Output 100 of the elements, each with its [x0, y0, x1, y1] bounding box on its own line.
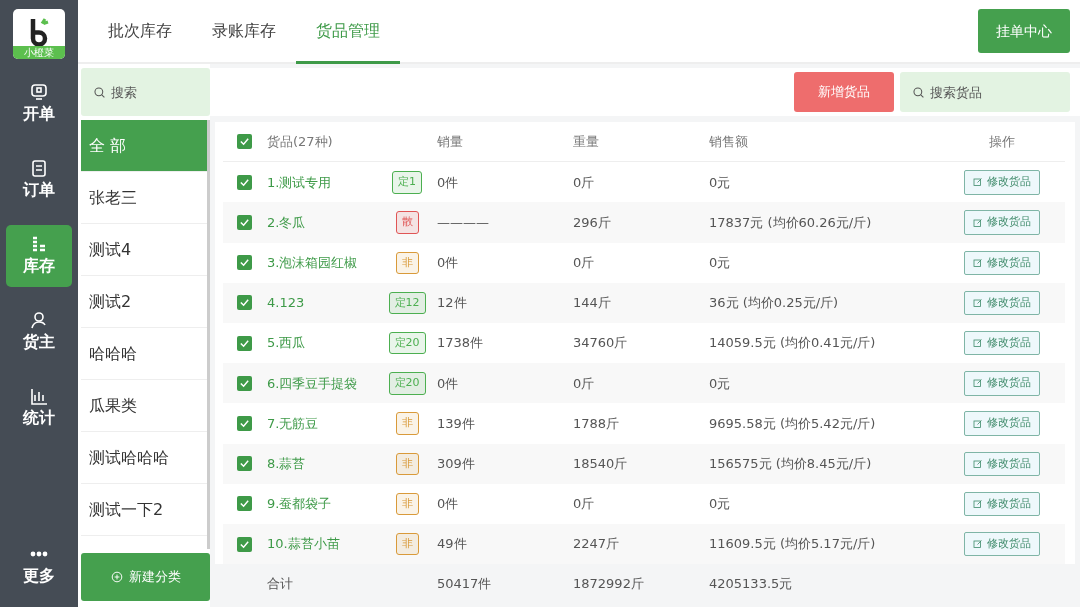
column-header: 货品(27种)	[267, 132, 334, 151]
table-cell-text: 156575元 (均价8.45元/斤)	[709, 455, 873, 473]
table-cell-text: 0斤	[573, 374, 596, 393]
search-icon	[93, 86, 106, 99]
edit-goods-button[interactable]: 修改货品	[964, 531, 1040, 557]
goods-name: 1.测试专用	[267, 173, 333, 192]
table-cell-text: 14059.5元 (均价0.41元/斤)	[709, 334, 877, 353]
goods-search-field[interactable]: 搜索货品	[900, 72, 1070, 112]
checkbox[interactable]	[237, 335, 252, 351]
add-goods-button[interactable]: 新增货品	[794, 72, 894, 112]
table-cell-text: 18540斤	[573, 455, 629, 473]
goods-name: 3.泡沫箱园红椒	[267, 254, 359, 272]
checkbox[interactable]	[237, 215, 252, 231]
nav-item[interactable]: 货主	[6, 301, 72, 363]
chart-icon	[29, 386, 49, 406]
table-cell-text: 0元	[709, 374, 732, 393]
goods-tag: 非	[395, 532, 419, 556]
check-icon	[239, 337, 250, 349]
nav-item[interactable]: 开单	[6, 73, 72, 135]
edit-icon	[973, 498, 983, 509]
checkbox[interactable]	[237, 496, 252, 512]
check-icon	[239, 136, 250, 148]
edit-goods-button[interactable]: 修改货品	[964, 411, 1040, 436]
edit-icon	[973, 458, 983, 469]
total-cell-text: 4205133.5元	[709, 574, 794, 593]
new-category-button[interactable]: 新建分类	[81, 553, 210, 601]
category-item[interactable]: 全 部	[81, 120, 207, 172]
person-icon	[29, 310, 49, 330]
goods-name: 7.无筋豆	[267, 414, 320, 433]
table-cell-text: 0斤	[573, 254, 596, 272]
table-cell-text: 17837元 (均价60.26元/斤)	[709, 213, 873, 232]
edit-goods-button[interactable]: 修改货品	[964, 371, 1040, 396]
table-cell-text: 296斤	[573, 213, 612, 232]
check-icon	[239, 377, 250, 389]
check-icon	[239, 498, 250, 510]
checkbox[interactable]	[237, 295, 252, 311]
total-label: 合计	[267, 574, 294, 593]
check-icon	[239, 217, 250, 229]
table-cell-text: ————	[437, 213, 490, 232]
check-icon	[239, 458, 250, 470]
tab[interactable]: 批次库存	[88, 0, 192, 64]
checkbox[interactable]	[237, 416, 252, 432]
edit-goods-button[interactable]: 修改货品	[964, 451, 1040, 476]
goods-tag: 非	[395, 492, 419, 516]
checkbox[interactable]	[237, 375, 252, 391]
table-cell-text: 0元	[709, 495, 732, 514]
pending-orders-button[interactable]: 挂单中心	[978, 9, 1070, 53]
goods-name: 10.蒜苔小苗	[267, 535, 341, 554]
goods-name: 6.四季豆手提袋	[267, 374, 359, 393]
logo-text: 小橙菜	[13, 46, 65, 59]
checkbox[interactable]	[237, 536, 252, 552]
edit-icon	[973, 297, 983, 308]
goods-tag: 定12	[388, 291, 426, 315]
goods-tag: 定20	[388, 372, 426, 395]
goods-tag: 定1	[392, 171, 422, 194]
checkbox[interactable]	[237, 456, 252, 472]
table-cell-text: 1738件	[437, 334, 485, 353]
more-button[interactable]: 更多	[6, 535, 72, 597]
table-cell-text: 309件	[437, 455, 476, 473]
edit-goods-button[interactable]: 修改货品	[964, 290, 1040, 316]
table-cell-text: 34760斤	[573, 334, 629, 353]
checkbox[interactable]	[237, 255, 252, 271]
table-cell-text: 0件	[437, 173, 460, 192]
clipboard-icon	[29, 158, 49, 178]
checkbox[interactable]	[237, 174, 252, 190]
goods-name: 4.123	[267, 294, 306, 313]
table-cell-text: 0斤	[573, 495, 596, 514]
table-cell-text: 0元	[709, 173, 732, 192]
total-cell-text: 1872992斤	[573, 574, 645, 593]
goods-tag: 非	[395, 412, 419, 435]
check-icon	[239, 297, 250, 309]
check-icon	[239, 176, 250, 188]
table-cell-text: 0斤	[573, 173, 596, 192]
checkbox[interactable]	[237, 134, 252, 150]
nav-item[interactable]: 订单	[6, 149, 72, 211]
table-cell-text: 1788斤	[573, 414, 621, 433]
goods-name: 9.蚕都袋子	[267, 495, 333, 514]
table-cell-text: 2247斤	[573, 535, 621, 554]
edit-icon	[973, 418, 983, 429]
edit-goods-button[interactable]: 修改货品	[964, 250, 1040, 275]
edit-icon	[973, 378, 983, 389]
column-header: 销售额	[709, 132, 749, 151]
table-cell-text: 0件	[437, 254, 460, 272]
table-cell-text: 49件	[437, 535, 468, 554]
goods-tag: 非	[395, 251, 419, 274]
monitor-icon	[29, 82, 49, 102]
goods-name: 8.蒜苔	[267, 455, 307, 473]
table-cell-text: 9695.58元 (均价5.42元/斤)	[709, 414, 877, 433]
tab[interactable]: 录账库存	[192, 0, 296, 64]
check-icon	[239, 257, 250, 269]
edit-icon	[973, 177, 983, 188]
edit-goods-button[interactable]: 修改货品	[964, 330, 1040, 356]
table-cell-text: 12件	[437, 294, 468, 313]
edit-goods-button[interactable]: 修改货品	[964, 491, 1040, 517]
edit-goods-button[interactable]: 修改货品	[964, 210, 1040, 235]
nav-item[interactable]: 统计	[6, 377, 72, 439]
edit-goods-button[interactable]: 修改货品	[964, 170, 1040, 195]
nav-item[interactable]: 库存	[6, 225, 72, 287]
category-search-field[interactable]: 搜索	[81, 68, 210, 116]
column-header: 销量	[437, 132, 464, 151]
